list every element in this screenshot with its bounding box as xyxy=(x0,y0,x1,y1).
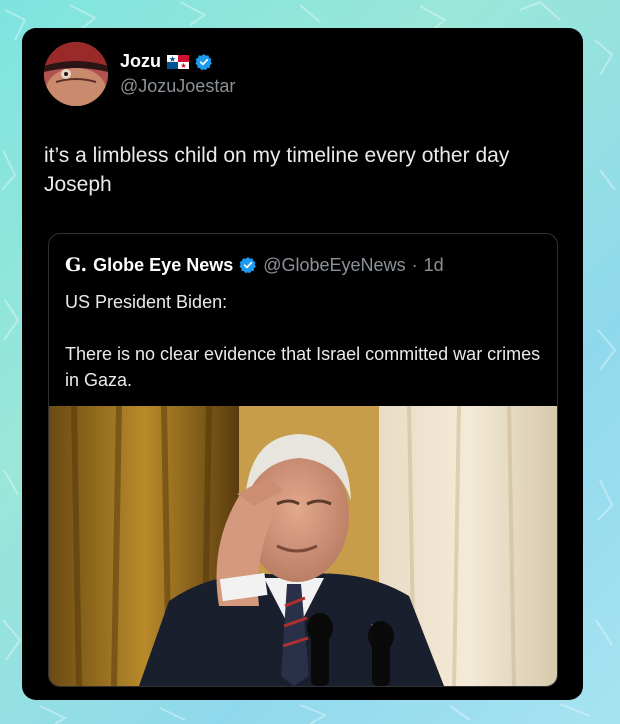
avatar[interactable] xyxy=(44,42,108,106)
quoted-tweet[interactable]: G. Globe Eye News @GlobeEyeNews · 1d US Pr… xyxy=(48,233,558,687)
tweet-card[interactable]: Jozu @JozuJoestar it’s a limbless child … xyxy=(22,28,583,700)
verified-badge-icon xyxy=(239,257,257,274)
photo-illustration xyxy=(49,406,557,686)
quoted-tweet-text: US President Biden: There is no clear ev… xyxy=(65,289,545,419)
panama-flag-icon xyxy=(167,54,190,69)
quoted-tweet-header: G. Globe Eye News @GlobeEyeNews · 1d xyxy=(65,254,444,276)
quoted-media-photo[interactable] xyxy=(49,406,557,686)
user-handle[interactable]: @JozuJoestar xyxy=(120,76,235,97)
quoted-timestamp[interactable]: 1d xyxy=(424,255,444,276)
quoted-display-name[interactable]: Globe Eye News xyxy=(93,255,233,276)
quoted-text-line-1: US President Biden: xyxy=(65,292,228,312)
display-name[interactable]: Jozu xyxy=(120,51,161,72)
separator-dot: · xyxy=(411,254,418,275)
tweet-text: it’s a limbless child on my timeline eve… xyxy=(44,144,510,196)
verified-badge-icon xyxy=(195,53,212,70)
avatar-image xyxy=(44,42,108,106)
quoted-handle[interactable]: @GlobeEyeNews xyxy=(263,255,405,276)
tweet-header: Jozu @JozuJoestar xyxy=(44,42,235,106)
quoted-text-line-2: There is no clear evidence that Israel c… xyxy=(65,344,541,390)
quoted-avatar-logo[interactable]: G. xyxy=(65,254,87,276)
